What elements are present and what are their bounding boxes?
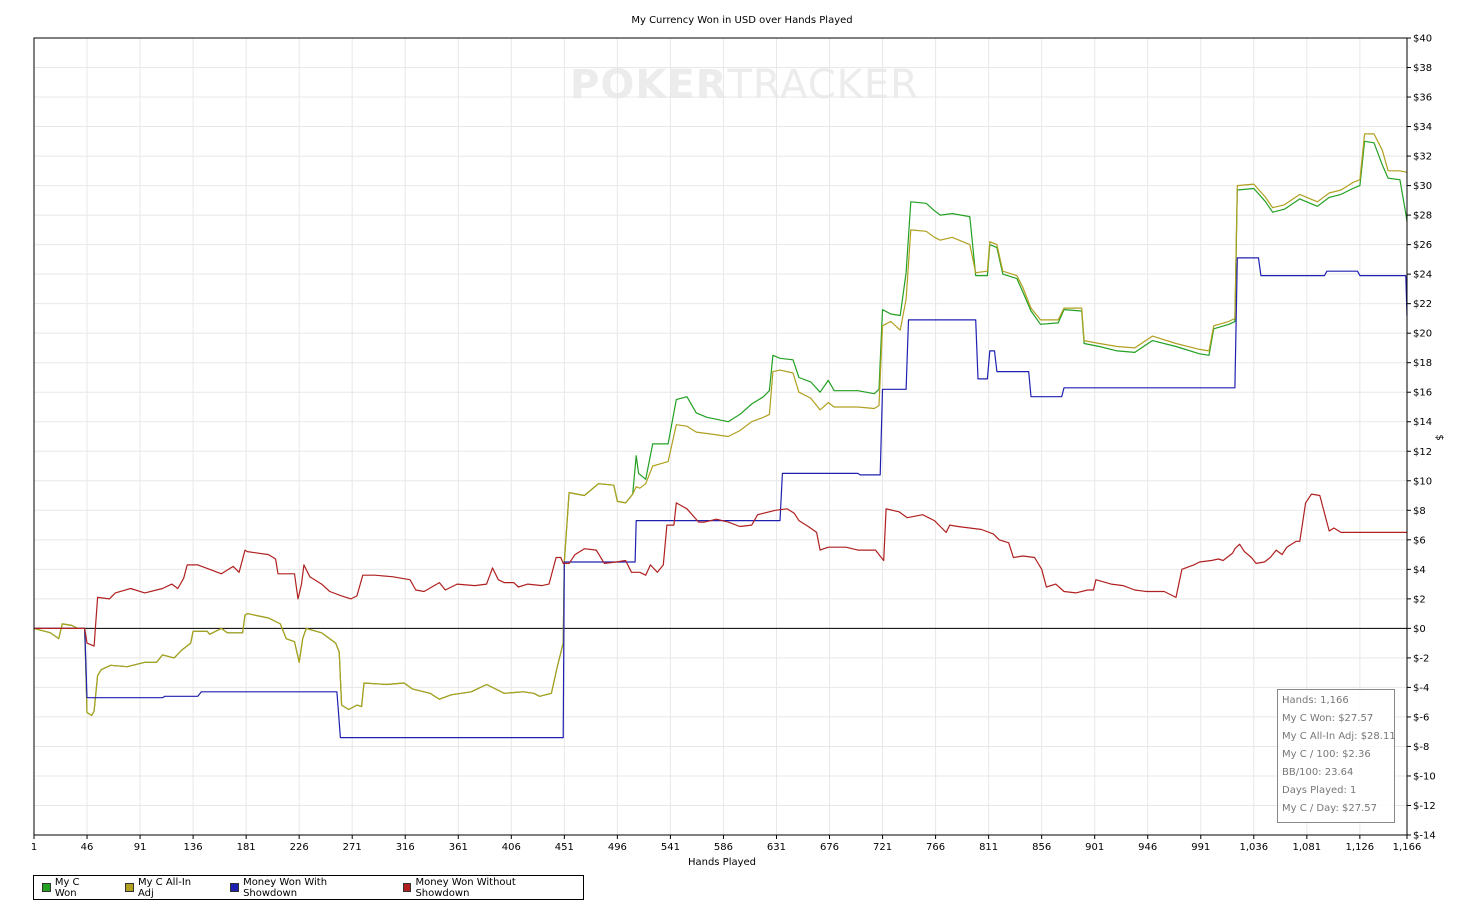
y-tick-label: $10	[1413, 476, 1432, 487]
y-tick-label: $8	[1413, 506, 1426, 517]
y-tick-label: $26	[1413, 240, 1432, 251]
y-tick-label: $0	[1413, 624, 1426, 635]
x-tick-label: 1,166	[1393, 842, 1422, 853]
y-tick-label: $-6	[1413, 712, 1429, 723]
legend: My C Won My C All-In Adj Money Won With …	[33, 875, 584, 900]
y-tick-label: $36	[1413, 93, 1432, 104]
y-tick-label: $-12	[1413, 801, 1436, 812]
x-tick-label: 541	[661, 842, 680, 853]
y-tick-label: $-4	[1413, 683, 1429, 694]
legend-label: Money Won With Showdown	[243, 876, 328, 899]
legend-item-without-showdown[interactable]: Money Won Without Showdown	[402, 876, 569, 899]
y-tick-label: $22	[1413, 299, 1432, 310]
y-tick-label: $40	[1413, 34, 1432, 45]
y-tick-label: $2	[1413, 594, 1426, 605]
y-axis-label: $	[1433, 434, 1445, 441]
x-tick-label: 856	[1032, 842, 1051, 853]
legend-swatch	[42, 883, 51, 892]
y-tick-label: $18	[1413, 358, 1432, 369]
y-tick-label: $16	[1413, 388, 1432, 399]
stat-hands: Hands: 1,166	[1282, 695, 1349, 706]
stat-won: My C Won: $27.57	[1282, 713, 1374, 724]
stat-per-100: My C / 100: $2.36	[1282, 749, 1371, 760]
legend-label: My C All-In Adj	[137, 876, 192, 899]
legend-item-all-in-adj[interactable]: My C All-In Adj	[125, 877, 208, 899]
x-tick-label: 316	[396, 842, 415, 853]
legend-label: My C Won	[54, 876, 80, 899]
x-axis-label: Hands Played	[687, 857, 757, 868]
x-tick-label: 586	[714, 842, 733, 853]
legend-swatch	[125, 883, 134, 892]
y-tick-label: $30	[1413, 181, 1432, 192]
x-tick-label: 46	[81, 842, 94, 853]
y-tick-label: $34	[1413, 122, 1432, 133]
y-tick-label: $-10	[1413, 771, 1436, 782]
stat-days-played: Days Played: 1	[1282, 785, 1357, 796]
x-tick-label: 1,081	[1293, 842, 1322, 853]
y-tick-label: $28	[1413, 211, 1432, 222]
legend-label: Money Won Without Showdown	[415, 876, 516, 899]
x-tick-label: 226	[290, 842, 309, 853]
legend-item-with-showdown[interactable]: Money Won With Showdown	[230, 877, 380, 899]
x-tick-label: 766	[926, 842, 945, 853]
y-tick-label: $24	[1413, 270, 1432, 281]
x-tick-label: 676	[820, 842, 839, 853]
x-tick-label: 1,036	[1239, 842, 1268, 853]
legend-swatch	[230, 883, 240, 892]
x-tick-label: 631	[767, 842, 786, 853]
stats-box: Hands: 1,166 My C Won: $27.57 My C All-I…	[1277, 689, 1396, 823]
x-tick-label: 451	[555, 842, 574, 853]
y-tick-label: $32	[1413, 152, 1432, 163]
x-tick-label: 1	[31, 842, 37, 853]
x-tick-label: 721	[873, 842, 892, 853]
stat-bb-100: BB/100: 23.64	[1282, 767, 1354, 778]
y-tick-label: $-8	[1413, 742, 1429, 753]
y-tick-label: $-14	[1413, 831, 1436, 842]
x-tick-label: 361	[449, 842, 468, 853]
x-tick-label: 901	[1085, 842, 1104, 853]
y-tick-label: $14	[1413, 417, 1432, 428]
x-tick-label: 1,126	[1346, 842, 1375, 853]
stat-allin-adj: My C All-In Adj: $28.11	[1282, 731, 1396, 742]
x-tick-label: 181	[237, 842, 256, 853]
y-tick-label: $-2	[1413, 653, 1429, 664]
y-tick-label: $38	[1413, 63, 1432, 74]
x-tick-label: 406	[502, 842, 521, 853]
x-tick-label: 991	[1191, 842, 1210, 853]
y-tick-label: $20	[1413, 329, 1432, 340]
x-tick-label: 91	[134, 842, 147, 853]
x-tick-label: 496	[608, 842, 627, 853]
legend-swatch	[402, 883, 412, 892]
y-tick-label: $12	[1413, 447, 1432, 458]
legend-item-my-c-won[interactable]: My C Won	[42, 877, 103, 899]
x-tick-label: 811	[979, 842, 998, 853]
x-tick-label: 946	[1138, 842, 1157, 853]
x-tick-label: 136	[184, 842, 203, 853]
y-tick-label: $6	[1413, 535, 1426, 546]
x-tick-label: 271	[343, 842, 362, 853]
stat-per-day: My C / Day: $27.57	[1282, 803, 1377, 814]
chart-plot: $40 $38 $36 $34 $32 $30 $28 $26 $24 $22 $20 $18 $16 $…	[31, 34, 1436, 854]
y-tick-label: $4	[1413, 565, 1426, 576]
